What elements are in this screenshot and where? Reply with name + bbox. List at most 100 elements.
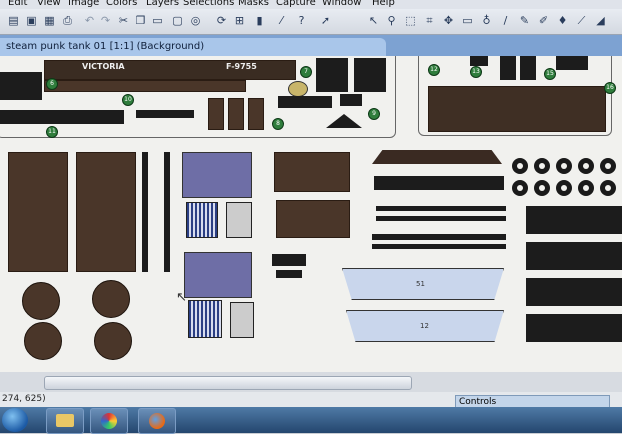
lasso-icon[interactable]: ♁ <box>479 13 494 28</box>
help-pointer-icon[interactable]: ? <box>294 13 309 28</box>
eyedropper-icon[interactable]: ⁄ <box>274 13 289 28</box>
menu-layers[interactable]: Layers <box>146 0 179 8</box>
histogram-icon[interactable]: ▮ <box>252 13 267 28</box>
part <box>164 152 170 272</box>
part <box>372 150 502 164</box>
part <box>374 176 504 190</box>
folder-icon <box>56 414 74 427</box>
part-number-badge: 13 <box>470 66 482 78</box>
document-tab[interactable]: steam punk tank 01 [1:1] (Background) <box>0 38 386 56</box>
part <box>376 216 506 221</box>
brush-icon[interactable]: / <box>498 13 513 28</box>
print-icon[interactable]: ⎙ <box>60 13 75 28</box>
part <box>142 152 148 272</box>
explorer-button[interactable] <box>46 408 84 434</box>
menu-capture[interactable]: Capture <box>276 0 316 8</box>
part <box>76 152 136 272</box>
move-icon[interactable]: ✥ <box>441 13 456 28</box>
brush-icon[interactable]: ⟋ <box>574 13 589 28</box>
part-number-badge: 10 <box>122 94 134 106</box>
part <box>428 86 606 132</box>
menu-view[interactable]: View <box>37 0 61 8</box>
part <box>24 322 62 360</box>
part-number-badge: 16 <box>604 82 616 94</box>
taskbar <box>0 407 622 434</box>
part <box>0 72 42 100</box>
part-label: 12 <box>420 322 429 330</box>
save-icon[interactable]: ▣ <box>24 13 39 28</box>
part <box>230 302 254 338</box>
resize-icon[interactable]: ⊞ <box>232 13 247 28</box>
part <box>22 282 60 320</box>
menu-edit[interactable]: Edit <box>8 0 27 8</box>
part <box>526 278 622 306</box>
part <box>276 200 350 238</box>
part <box>188 300 222 338</box>
part <box>500 56 516 80</box>
zoom-icon[interactable]: ⚲ <box>384 13 399 28</box>
undo-icon[interactable]: ↶ <box>82 13 97 28</box>
menu-selections[interactable]: Selections <box>183 0 234 8</box>
part <box>44 80 246 92</box>
scrollbar-thumb[interactable] <box>44 376 412 390</box>
part <box>556 158 572 174</box>
firefox-button[interactable] <box>138 408 176 434</box>
open-icon[interactable]: ▤ <box>6 13 21 28</box>
image-canvas[interactable]: VICTORIA F-9755 6 7 8 9 10 11 12 13 15 1… <box>0 56 622 372</box>
paste-icon[interactable]: ▭ <box>150 13 165 28</box>
paint-shop-button[interactable] <box>90 408 128 434</box>
crop-icon[interactable]: ⌗ <box>422 13 437 28</box>
part <box>92 280 130 318</box>
selection-icon[interactable]: ▭ <box>460 13 475 28</box>
menu-window[interactable]: Window <box>322 0 361 8</box>
pen-icon[interactable]: ✎ <box>517 13 532 28</box>
browse-icon[interactable]: ◎ <box>188 13 203 28</box>
part <box>340 94 362 106</box>
part-number-badge: 9 <box>368 108 380 120</box>
copy-icon[interactable]: ❐ <box>133 13 148 28</box>
start-button[interactable] <box>2 408 28 432</box>
mouse-cursor-icon: ↖ <box>176 290 187 305</box>
menu-masks[interactable]: Masks <box>238 0 269 8</box>
part <box>534 180 550 196</box>
deform-icon[interactable]: ⬚ <box>403 13 418 28</box>
part-number-badge: 8 <box>272 118 284 130</box>
victoria-label: VICTORIA <box>82 62 125 71</box>
cursor-coordinates: 274, 625) <box>2 394 46 404</box>
part <box>226 202 252 238</box>
eraser-icon[interactable]: ◢ <box>593 13 608 28</box>
horizontal-scrollbar[interactable] <box>0 372 622 392</box>
part <box>512 180 528 196</box>
part <box>372 244 506 249</box>
part <box>276 270 302 278</box>
menu-help[interactable]: Help <box>372 0 395 8</box>
screen-icon[interactable]: ▢ <box>170 13 185 28</box>
part <box>556 180 572 196</box>
cut-icon[interactable]: ✂ <box>116 13 131 28</box>
part <box>94 322 132 360</box>
part <box>512 158 528 174</box>
clone-icon[interactable]: ✐ <box>536 13 551 28</box>
save-as-icon[interactable]: ▦ <box>42 13 57 28</box>
palette-icon <box>101 413 117 429</box>
redo-icon[interactable]: ↷ <box>98 13 113 28</box>
part <box>600 158 616 174</box>
part <box>288 81 308 97</box>
menu-colors[interactable]: Colors <box>106 0 137 8</box>
part <box>208 98 224 130</box>
fill-icon[interactable]: ♦ <box>555 13 570 28</box>
part <box>526 314 622 342</box>
part-label: 51 <box>416 280 425 288</box>
menu-image[interactable]: Image <box>68 0 99 8</box>
plate-label: F-9755 <box>226 62 257 71</box>
part <box>272 254 306 266</box>
part <box>248 98 264 130</box>
arrow-select-icon[interactable]: ➚ <box>318 13 333 28</box>
part-number-badge: 11 <box>46 126 58 138</box>
part <box>136 110 194 118</box>
firefox-icon <box>149 413 165 429</box>
arrow-select-icon[interactable]: ↖ <box>366 13 381 28</box>
part <box>470 56 488 66</box>
rotate-icon[interactable]: ⟳ <box>214 13 229 28</box>
part <box>526 206 622 234</box>
